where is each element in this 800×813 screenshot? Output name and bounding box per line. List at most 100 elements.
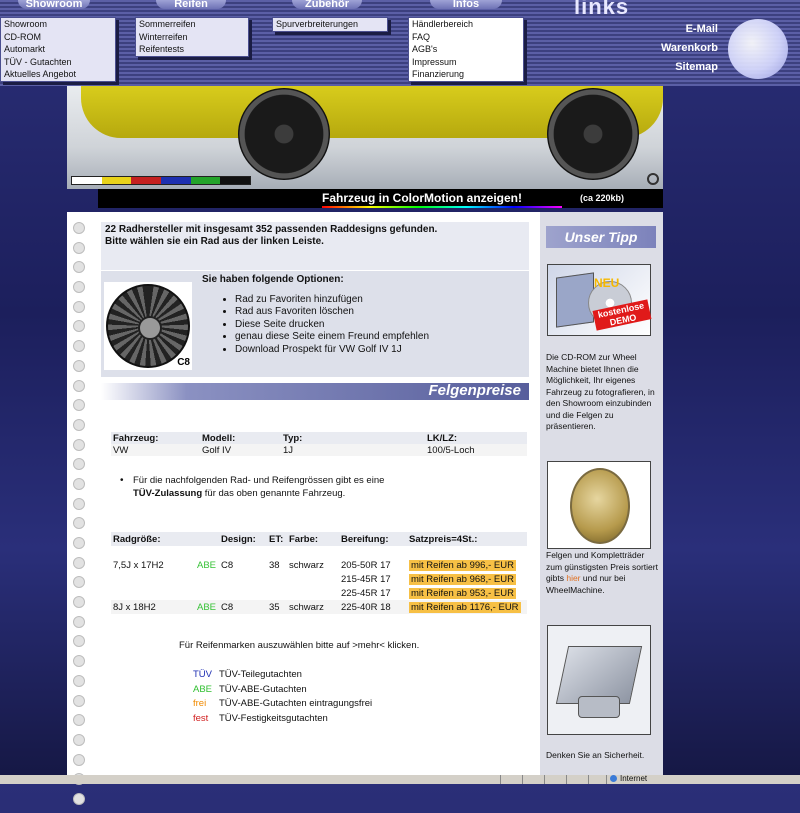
vehicle-table: Fahrzeug: Modell: Typ: LK/LZ: VW Golf IV… xyxy=(111,432,527,456)
row-tyre: 205-50R 17 xyxy=(341,559,391,571)
note-bold: TÜV-Zulassung xyxy=(133,488,203,499)
menu-item-faq[interactable]: FAQ xyxy=(409,30,523,43)
site-logo[interactable]: links xyxy=(574,0,629,20)
car-showroom-image xyxy=(67,86,663,189)
swatch-blue[interactable] xyxy=(161,177,191,184)
row-size: 7,5J x 17H2 xyxy=(113,559,164,571)
col-lklz: LK/LZ: xyxy=(425,432,527,444)
cd-rom-description: Die CD-ROM zur Wheel Machine bietet Ihne… xyxy=(546,352,655,431)
menu-item-impressum[interactable]: Impressum xyxy=(409,55,523,68)
legend-item: TÜV TÜV-Teilegutachten xyxy=(193,668,372,683)
menu-infos: Händlerbereich FAQ AGB's Impressum Finan… xyxy=(408,17,524,82)
legend-item: ABE TÜV-ABE-Gutachten xyxy=(193,683,372,698)
menu-reifen: Sommerreifen Winterreifen Reifentests xyxy=(135,17,249,57)
col-fahrzeug: Fahrzeug: xyxy=(111,432,200,444)
color-swatch-bar xyxy=(71,176,251,185)
tab-reifen[interactable]: Reifen xyxy=(156,0,226,9)
hier-link[interactable]: hier xyxy=(566,573,580,583)
sizes-table: Radgröße: Design: ET: Farbe: Bereifung: … xyxy=(111,532,527,614)
col-typ: Typ: xyxy=(281,432,425,444)
price-link[interactable]: mit Reifen ab 953,- EUR xyxy=(409,587,516,599)
coin-description: Felgen und Kompletträder zum günstigsten… xyxy=(546,550,660,596)
summary-line-1: 22 Radhersteller mit insgesamt 352 passe… xyxy=(105,224,438,235)
col-satzpreis: Satzpreis=4St.: xyxy=(407,532,527,546)
tip-sidebar: Unser Tipp NEU kostenlose DEMO Die CD-RO… xyxy=(540,212,663,784)
swatch-white[interactable] xyxy=(72,177,102,184)
col-modell: Modell: xyxy=(200,432,281,444)
row-cert[interactable]: ABE xyxy=(195,600,219,614)
felgenpreise-header: Felgenpreise xyxy=(101,382,529,400)
note-text-2: für das oben genannte Fahrzeug. xyxy=(204,488,346,499)
menu-item-sommerreifen[interactable]: Sommerreifen xyxy=(136,18,248,31)
row-size: 8J x 18H2 xyxy=(113,601,156,613)
rim-image[interactable]: C8 xyxy=(104,282,192,370)
row-et: 35 xyxy=(269,601,280,613)
vehicle-make: VW xyxy=(113,444,129,456)
magnifier-icon[interactable] xyxy=(647,173,659,185)
menu-item-haendlerbereich[interactable]: Händlerbereich xyxy=(409,18,523,31)
euro-coin-image[interactable] xyxy=(547,461,651,549)
tab-infos[interactable]: Infos xyxy=(430,0,502,9)
option-recommend-friend[interactable]: genau diese Seite einem Freund empfehlen xyxy=(235,331,429,343)
legend-key: frei xyxy=(193,698,207,709)
row-cert[interactable]: ABE xyxy=(195,558,219,572)
price-link[interactable]: mit Reifen ab 1176,- EUR xyxy=(409,601,521,613)
menu-item-spurverbreiterungen[interactable]: Spurverbreiterungen xyxy=(273,18,387,31)
menu-item-reifentests[interactable]: Reifentests xyxy=(136,43,248,56)
menu-item-showroom[interactable]: Showroom xyxy=(1,18,115,31)
row-design: C8 xyxy=(221,559,234,571)
menu-item-winterreifen[interactable]: Winterreifen xyxy=(136,31,248,44)
tab-showroom[interactable]: Showroom xyxy=(18,0,90,9)
rainbow-underline xyxy=(322,206,562,208)
note-text: Für die nachfolgenden Rad- und Reifengrö… xyxy=(133,475,385,486)
table-row: 215-45R 17 mit Reifen ab 968,- EUR xyxy=(111,572,527,586)
summary-line-2: Bitte wählen sie ein Rad aus der linken … xyxy=(105,236,324,247)
option-add-favorite[interactable]: Rad zu Favoriten hinzufügen xyxy=(235,294,429,306)
swatch-red[interactable] xyxy=(131,177,162,184)
menu-item-cd-rom[interactable]: CD-ROM xyxy=(1,31,115,44)
option-print-page[interactable]: Diese Seite drucken xyxy=(235,319,429,331)
menu-item-automarkt[interactable]: Automarkt xyxy=(1,43,115,56)
menu-item-tuev-gutachten[interactable]: TÜV - Gutachten xyxy=(1,56,115,69)
row-farbe: schwarz xyxy=(289,601,324,613)
tuev-note: • Für die nachfolgenden Rad- und Reifeng… xyxy=(120,474,453,500)
menu-item-agbs[interactable]: AGB's xyxy=(409,43,523,56)
swatch-green[interactable] xyxy=(190,177,221,184)
zone-label: Internet xyxy=(620,774,648,783)
rear-wheel xyxy=(547,88,639,180)
table-row: 225-45R 17 mit Reifen ab 953,- EUR xyxy=(111,586,527,600)
option-remove-favorite[interactable]: Rad aus Favoriten löschen xyxy=(235,306,429,318)
bullet-icon: • xyxy=(120,475,124,486)
sitemap-link[interactable]: Sitemap xyxy=(675,61,718,73)
globe-icon xyxy=(610,775,617,782)
row-farbe: schwarz xyxy=(289,559,324,571)
row-tyre: 215-45R 17 xyxy=(341,573,391,585)
vehicle-lklz: 100/5-Loch xyxy=(427,444,475,456)
table-row: 8J x 18H2 ABE C8 35 schwarz 225-40R 18 m… xyxy=(111,600,527,614)
col-farbe: Farbe: xyxy=(287,532,339,546)
top-navigation: Showroom Reifen Zubehör Infos links Show… xyxy=(0,0,800,86)
options-panel: C8 Sie haben folgende Optionen: Rad zu F… xyxy=(101,271,529,377)
search-result-summary: 22 Radhersteller mit insgesamt 352 passe… xyxy=(101,222,529,270)
price-link[interactable]: mit Reifen ab 968,- EUR xyxy=(409,573,516,585)
price-link[interactable]: mit Reifen ab 996,- EUR xyxy=(409,559,516,571)
option-download-prospekt[interactable]: Download Prospekt für VW Golf IV 1J xyxy=(235,344,429,356)
certificate-legend: TÜV TÜV-Teilegutachten ABE TÜV-ABE-Gutacht… xyxy=(193,668,372,726)
swatch-yellow[interactable] xyxy=(101,177,132,184)
colormotion-link[interactable]: Fahrzeug in ColorMotion anzeigen! xyxy=(322,191,522,205)
swatch-black[interactable] xyxy=(220,177,251,184)
vehicle-type: 1J xyxy=(283,444,294,456)
warenkorb-link[interactable]: Warenkorb xyxy=(661,42,718,54)
moon-graphic xyxy=(728,19,788,79)
menu-item-finanzierung[interactable]: Finanzierung xyxy=(409,68,523,81)
cd-rom-image[interactable]: NEU kostenlose DEMO xyxy=(547,264,652,336)
email-link[interactable]: E-Mail xyxy=(686,23,718,35)
menu-item-aktuelles-angebot[interactable]: Aktuelles Angebot xyxy=(1,68,115,81)
row-tyre: 225-40R 18 xyxy=(341,601,391,613)
menu-zubehoer: Spurverbreiterungen xyxy=(272,17,388,32)
tab-zubehoer[interactable]: Zubehör xyxy=(292,0,362,9)
tyre-brand-hint: Für Reifenmarken auszuwählen bitte auf >… xyxy=(179,640,420,651)
lock-set-image[interactable] xyxy=(547,625,651,735)
coin-icon xyxy=(570,468,630,544)
col-et: ET: xyxy=(267,532,287,546)
